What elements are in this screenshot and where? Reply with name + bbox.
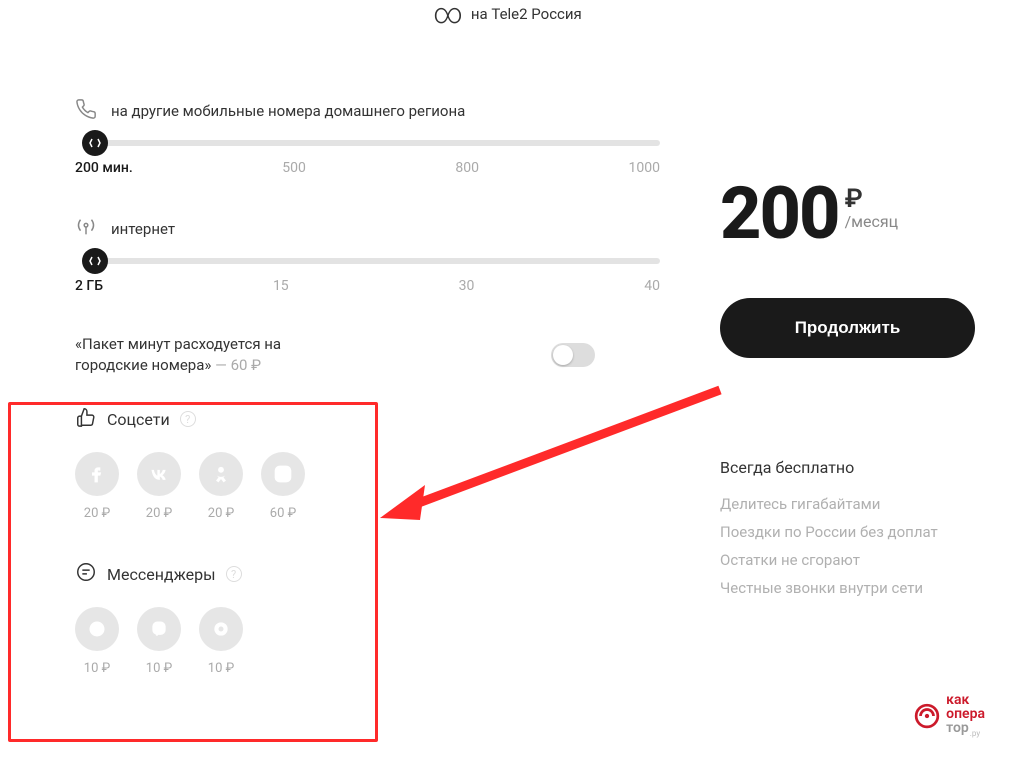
free-item-0: Делитесь гигабайтами — [720, 495, 975, 513]
minutes-slider-label: на другие мобильные номера домашнего рег… — [111, 102, 465, 120]
minutes-tick-3: 1000 — [629, 160, 660, 176]
free-item-1: Поездки по России без доплат — [720, 523, 975, 541]
price-box: 200 ₽ /месяц — [720, 178, 975, 250]
internet-slider-ticks: 2 ГБ 15 30 40 — [75, 278, 660, 294]
viber-icon[interactable] — [137, 607, 181, 651]
left-column: на другие мобильные номера домашнего рег… — [75, 98, 720, 686]
addon-instagram: 60 ₽ — [261, 452, 305, 521]
minutes-tick-0: 200 мин. — [75, 160, 133, 176]
addon-tamtam: 10 ₽ — [199, 607, 243, 676]
vk-price: 20 ₽ — [146, 506, 172, 521]
free-section: Всегда бесплатно Делитесь гигабайтами По… — [720, 458, 975, 597]
ok-price: 20 ₽ — [208, 506, 234, 521]
messengers-help-icon[interactable]: ? — [226, 566, 242, 582]
watermark-text: как опера тор.ру — [946, 693, 985, 738]
addon-facebook: 20 ₽ — [75, 452, 119, 521]
whatsapp-price: 10 ₽ — [84, 661, 110, 676]
city-minutes-option: «Пакет минут расходуется на городские но… — [75, 334, 595, 376]
minutes-tick-2: 800 — [455, 160, 479, 176]
city-minutes-toggle[interactable] — [551, 343, 595, 367]
city-minutes-label: «Пакет минут расходуется на городские но… — [75, 334, 315, 376]
tamtam-price: 10 ₽ — [208, 661, 234, 676]
messengers-title: Мессенджеры — [107, 565, 216, 584]
continue-button[interactable]: Продолжить — [720, 298, 975, 358]
header-label: на Tele2 Россия — [471, 5, 582, 23]
instagram-price: 60 ₽ — [270, 506, 296, 521]
internet-tick-2: 30 — [459, 278, 475, 294]
messengers-addons-section: Мессенджеры ? 10 ₽ 10 ₽ — [75, 561, 660, 676]
internet-slider-thumb[interactable] — [82, 248, 108, 274]
free-list: Делитесь гигабайтами Поездки по России б… — [720, 495, 975, 597]
minutes-slider-ticks: 200 мин. 500 800 1000 — [75, 160, 660, 176]
thumbs-up-icon — [75, 406, 97, 432]
minutes-slider-block: на другие мобильные номера домашнего рег… — [75, 98, 660, 176]
viber-price: 10 ₽ — [146, 661, 172, 676]
facebook-price: 20 ₽ — [84, 506, 110, 521]
internet-tick-0: 2 ГБ — [75, 278, 103, 294]
whatsapp-icon[interactable] — [75, 607, 119, 651]
chat-icon — [75, 561, 97, 587]
addon-vk: 20 ₽ — [137, 452, 181, 521]
social-title: Соцсети — [107, 410, 170, 429]
antenna-icon — [75, 216, 97, 242]
addon-whatsapp: 10 ₽ — [75, 607, 119, 676]
right-column: 200 ₽ /месяц Продолжить Всегда бесплатно… — [720, 98, 975, 686]
tamtam-icon[interactable] — [199, 607, 243, 651]
addon-ok: 20 ₽ — [199, 452, 243, 521]
vk-icon[interactable] — [137, 452, 181, 496]
city-minutes-price: — 60 ₽ — [215, 356, 261, 374]
watermark-icon — [914, 703, 940, 729]
price-currency: ₽ — [845, 186, 899, 212]
minutes-slider-track[interactable] — [95, 140, 660, 146]
addon-viber: 10 ₽ — [137, 607, 181, 676]
header-bar: ∞ на Tele2 Россия — [0, 0, 1015, 28]
internet-slider-block: интернет 2 ГБ 15 30 40 — [75, 216, 660, 294]
social-addons-section: Соцсети ? 20 ₽ 20 ₽ — [75, 406, 660, 521]
free-item-2: Остатки не сгорают — [720, 551, 975, 569]
price-period: /месяц — [845, 212, 899, 231]
facebook-icon[interactable] — [75, 452, 119, 496]
minutes-slider-thumb[interactable] — [82, 130, 108, 156]
free-title: Всегда бесплатно — [720, 458, 975, 477]
internet-slider-track[interactable] — [95, 258, 660, 264]
watermark: как опера тор.ру — [914, 693, 985, 738]
instagram-icon[interactable] — [261, 452, 305, 496]
internet-tick-1: 15 — [273, 278, 289, 294]
minutes-tick-1: 500 — [282, 160, 306, 176]
free-item-3: Честные звонки внутри сети — [720, 579, 975, 597]
infinity-icon: ∞ — [433, 0, 463, 28]
ok-icon[interactable] — [199, 452, 243, 496]
internet-tick-3: 40 — [644, 278, 660, 294]
phone-icon — [75, 98, 97, 124]
internet-slider-label: интернет — [111, 220, 175, 238]
social-help-icon[interactable]: ? — [180, 411, 196, 427]
price-amount: 200 — [720, 178, 839, 250]
